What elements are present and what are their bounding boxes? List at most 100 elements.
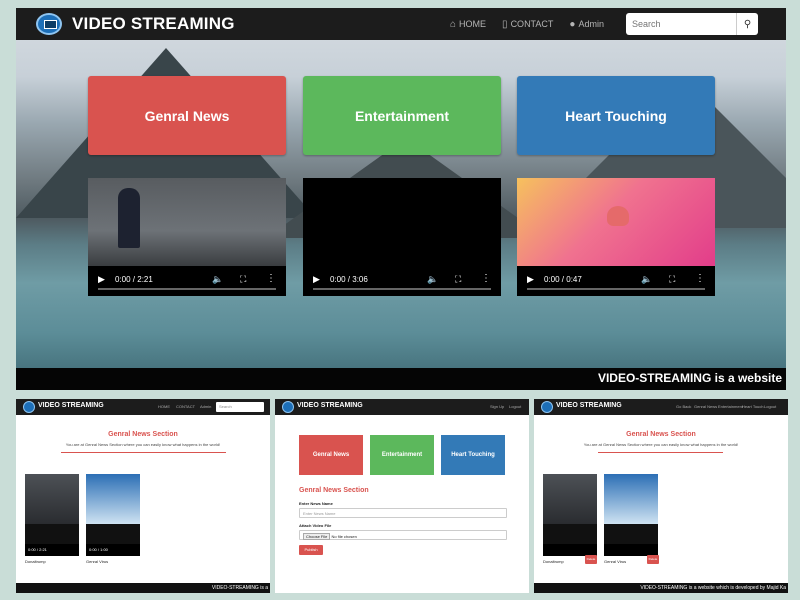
video-controls-3: ▶ 0:00 / 0:47 🔈 ⛶ ⋮ [517, 266, 715, 296]
video-file-label: Attach Video File [299, 523, 332, 528]
nav-contact[interactable]: CONTACT [176, 404, 195, 409]
video-thumbnail-2 [86, 474, 140, 524]
nav-admin[interactable]: ● Admin [569, 19, 604, 30]
home-icon: ⌂ [450, 18, 457, 30]
choose-file-button[interactable]: Choose File [303, 533, 331, 540]
file-status: No file chosen [331, 534, 357, 539]
news-name-label: Enter News Name [299, 501, 333, 506]
video-thumbnail-1 [543, 474, 597, 524]
nav-admin[interactable]: Admin [200, 404, 211, 409]
section-title: Genral News Section [626, 431, 696, 438]
user-icon: ● [569, 18, 576, 30]
brand-title[interactable]: VIDEO STREAMING [72, 14, 235, 34]
video-thumbnail-2 [604, 474, 658, 524]
video-label-1: Donaltrump [543, 559, 564, 564]
volume-icon[interactable]: 🔈 [212, 274, 223, 285]
main-screen: VIDEO STREAMING ⌂HOME ▯CONTACT ●Admin ⚲ … [16, 8, 786, 390]
form-title: Genral News Section [299, 487, 369, 494]
seek-bar-3[interactable] [527, 288, 705, 290]
heart-figure [607, 206, 629, 226]
section-subtitle: You are at Genral News Section where you… [583, 442, 739, 447]
footer: VIDEO-STREAMING is a website [16, 368, 786, 390]
fullscreen-icon[interactable]: ⛶ [455, 274, 461, 285]
nav-home[interactable]: HOME [158, 404, 170, 409]
brand-title[interactable]: VIDEO STREAMING [38, 402, 104, 409]
play-icon[interactable]: ▶ [313, 274, 320, 285]
category-genral-news-button[interactable]: Genral News [299, 435, 363, 475]
video-player-2[interactable]: 0:00 / 1:00 [86, 474, 140, 556]
tv-logo-icon[interactable] [36, 13, 62, 35]
nav-entertainment[interactable]: Entertainment [718, 404, 743, 409]
video-time-3: 0:00 / 0:47 [544, 275, 582, 284]
video-person-figure [118, 188, 140, 248]
seek-bar-1[interactable] [98, 288, 276, 290]
search-input[interactable]: Search [216, 402, 264, 412]
tv-logo-icon[interactable] [541, 401, 553, 413]
category-entertainment-button[interactable]: Entertainment [303, 76, 501, 155]
more-options-icon[interactable]: ⋮ [481, 273, 491, 284]
category-heart-touching-button[interactable]: Heart Touching [441, 435, 505, 475]
nav-genral-news[interactable]: Genral News [694, 404, 717, 409]
video-player-3[interactable]: ▶ 0:00 / 0:47 🔈 ⛶ ⋮ [517, 178, 715, 296]
video-label-2: Genral Virus [604, 559, 627, 564]
section-title: Genral News Section [108, 431, 178, 438]
footer: VIDEO-STREAMING is a website which is de… [534, 583, 788, 593]
nav-logout[interactable]: Logout [509, 404, 521, 409]
nav-logout[interactable]: Logout [764, 404, 776, 409]
video-player-2[interactable]: ▶ 0:00 / 3:06 🔈 ⛶ ⋮ [303, 178, 501, 296]
top-navbar: VIDEO STREAMING ⌂HOME ▯CONTACT ●Admin ⚲ [16, 8, 786, 40]
more-options-icon[interactable]: ⋮ [266, 273, 276, 284]
footer-text: VIDEO-STREAMING is a website which is de… [640, 585, 786, 591]
video-file-input[interactable]: Choose File No file chosen [299, 530, 507, 540]
video-player-1[interactable]: 0:00 / 2:21 [25, 474, 79, 556]
nav-admin-label: Admin [578, 19, 604, 29]
nav-sign-up[interactable]: Sign Up [490, 404, 504, 409]
nav-go-back[interactable]: Go Back [676, 404, 691, 409]
delete-button-1[interactable]: Delete [585, 555, 597, 564]
nav-home[interactable]: ⌂ HOME [450, 19, 486, 30]
screen-genral-news: VIDEO STREAMING HOME CONTACT Admin Searc… [16, 399, 270, 593]
more-options-icon[interactable]: ⋮ [695, 273, 705, 284]
tv-logo-icon[interactable] [282, 401, 294, 413]
video-player-2[interactable] [604, 474, 658, 556]
video-controls-1: ▶ 0:00 / 2:21 🔈 ⛶ ⋮ [88, 266, 286, 296]
category-genral-news-button[interactable]: Genral News [88, 76, 286, 155]
video-label-1: Donaltrump [25, 559, 46, 564]
video-thumbnail-1 [25, 474, 79, 524]
screen-admin-manage: VIDEO STREAMING Go Back Genral News Ente… [534, 399, 788, 593]
top-navbar: VIDEO STREAMING Sign Up Logout [275, 399, 529, 415]
search-icon: ⚲ [743, 18, 752, 30]
video-time-1: 0:00 / 2:21 [115, 275, 153, 284]
video-controls-2: ▶ 0:00 / 3:06 🔈 ⛶ ⋮ [303, 266, 501, 296]
volume-icon[interactable]: 🔈 [641, 274, 652, 285]
video-player-1[interactable] [543, 474, 597, 556]
section-subtitle: You are at Genral News Section where you… [65, 442, 221, 447]
brand-title[interactable]: VIDEO STREAMING [297, 402, 363, 409]
seek-bar-2[interactable] [313, 288, 491, 290]
top-navbar: VIDEO STREAMING Go Back Genral News Ente… [534, 399, 788, 415]
search-button[interactable]: ⚲ [736, 13, 758, 35]
screen-admin-upload: VIDEO STREAMING Sign Up Logout Genral Ne… [275, 399, 529, 593]
category-heart-touching-button[interactable]: Heart Touching [517, 76, 715, 155]
play-icon[interactable]: ▶ [98, 274, 105, 285]
play-icon[interactable]: ▶ [527, 274, 534, 285]
nav-contact-label: CONTACT [510, 19, 554, 29]
tv-logo-icon[interactable] [23, 401, 35, 413]
top-navbar: VIDEO STREAMING HOME CONTACT Admin Searc… [16, 399, 270, 415]
nav-heart-touch[interactable]: Heart Touch [742, 404, 764, 409]
brand-title[interactable]: VIDEO STREAMING [556, 402, 622, 409]
category-entertainment-button[interactable]: Entertainment [370, 435, 434, 475]
video-player-1[interactable]: ▶ 0:00 / 2:21 🔈 ⛶ ⋮ [88, 178, 286, 296]
publish-button[interactable]: Publish [299, 545, 323, 555]
video-controls-2[interactable]: 0:00 / 1:00 [86, 544, 140, 556]
delete-button-2[interactable]: Delete [647, 555, 659, 564]
volume-icon[interactable]: 🔈 [427, 274, 438, 285]
video-controls-1[interactable]: 0:00 / 2:21 [25, 544, 79, 556]
news-name-input[interactable]: Enter News Name [299, 508, 507, 518]
footer-text: VIDEO-STREAMING is a website [597, 371, 782, 385]
fullscreen-icon[interactable]: ⛶ [240, 274, 246, 285]
search-input[interactable] [626, 13, 736, 35]
fullscreen-icon[interactable]: ⛶ [669, 274, 675, 285]
footer: VIDEO-STREAMING is a [16, 583, 270, 593]
nav-contact[interactable]: ▯ CONTACT [502, 19, 553, 30]
